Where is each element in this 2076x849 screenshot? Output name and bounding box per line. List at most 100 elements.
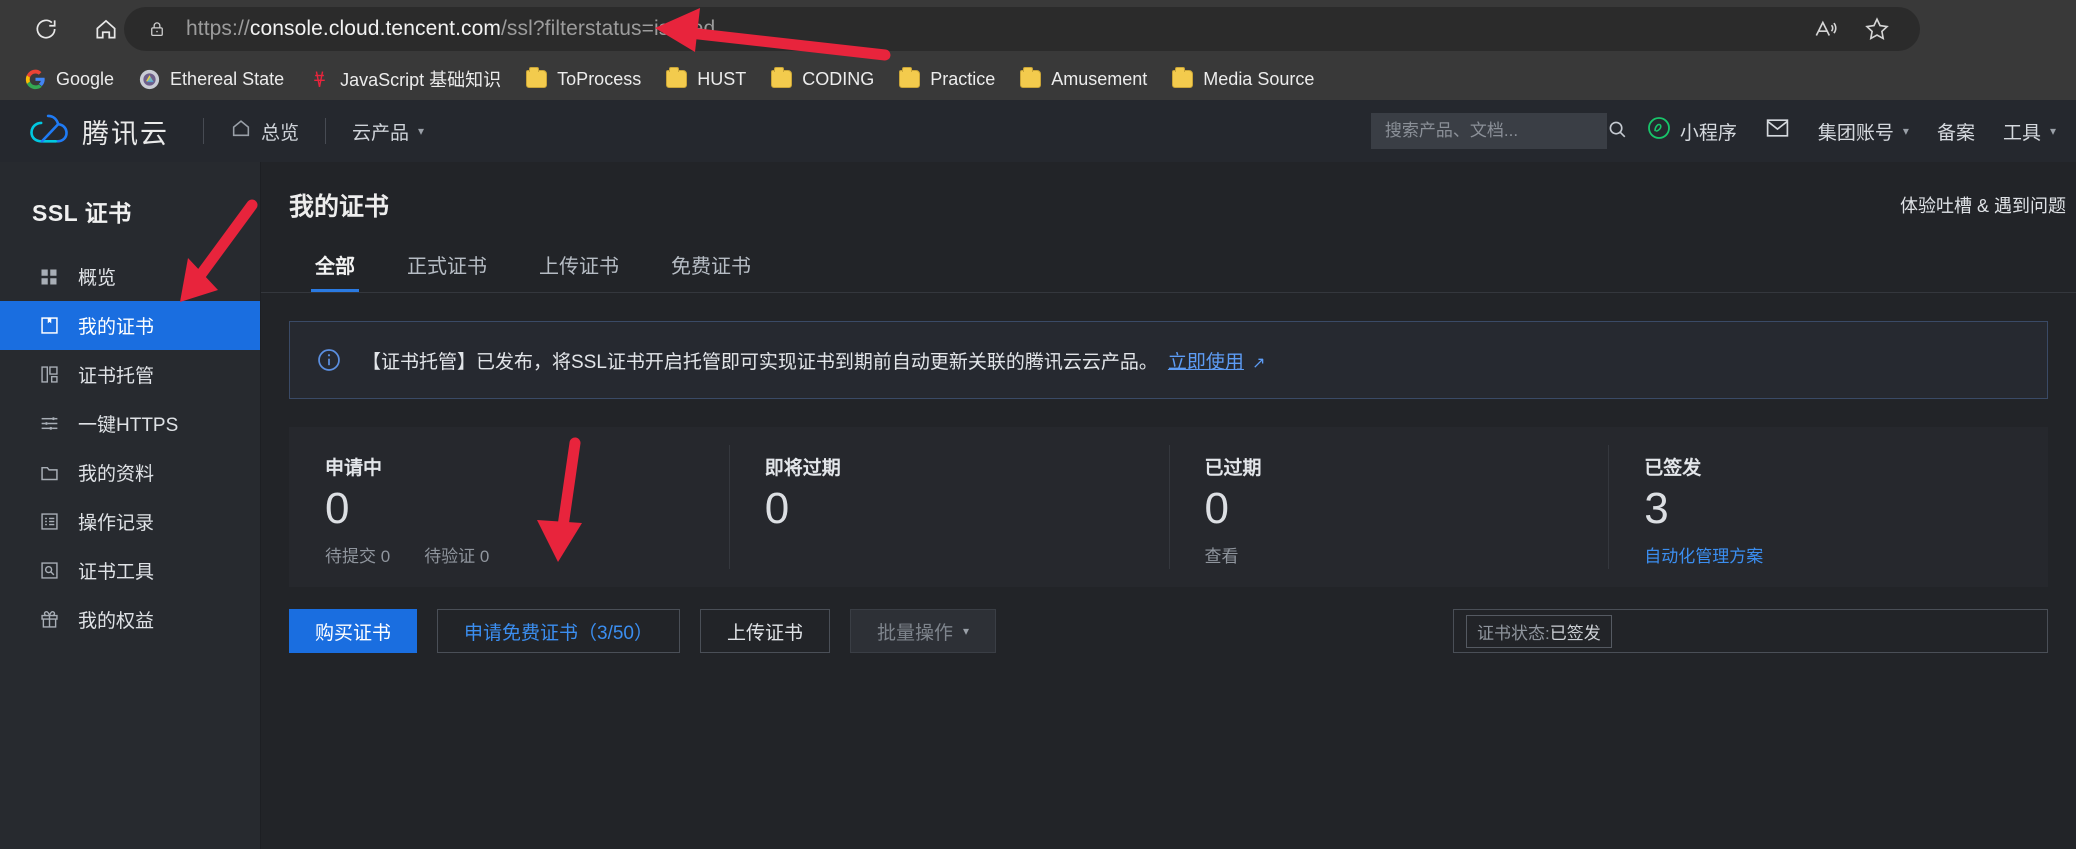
apply-free-certificate-button[interactable]: 申请免费证书（3/50） [437,609,680,653]
brand-name: 腾讯云 [82,118,169,149]
notice-text: 【证书托管】已发布，将SSL证书开启托管即可实现证书到期前自动更新关联的腾讯云云… [362,347,1265,374]
address-bar[interactable]: https://console.cloud.tencent.com/ssl?fi… [124,7,1920,51]
stat-sub-automation-link[interactable]: 自动化管理方案 [1644,542,1763,567]
header-miniprogram-label: 小程序 [1679,122,1737,144]
bookmark-item[interactable]: Amusement [1007,63,1159,95]
tab-uploaded-certificates[interactable]: 上传证书 [513,250,645,292]
nav-cloud-products[interactable]: 云产品 ▾ [348,112,428,151]
header-miniprogram[interactable]: 小程序 [1633,110,1751,152]
external-link-icon: ↗ [1251,354,1266,372]
star-icon[interactable] [1860,12,1894,46]
bookmark-label: Practice [930,68,996,89]
bookmark-item[interactable]: Media Source [1159,63,1326,95]
tab-label: 免费证书 [671,256,751,278]
header-tools[interactable]: 工具 ▾ [1989,112,2070,151]
notice-banner: 【证书托管】已发布，将SSL证书开启托管即可实现证书到期前自动更新关联的腾讯云云… [289,321,2048,399]
mail-icon [1765,117,1790,145]
bookmark-item[interactable]: CODING [758,63,886,95]
header-group-account-label: 集团账号 [1817,122,1894,144]
header-beian[interactable]: 备案 [1923,112,1989,151]
sidebar-item-overview[interactable]: 概览 [0,252,260,301]
read-aloud-icon[interactable] [1808,12,1842,46]
notice-message: 【证书托管】已发布，将SSL证书开启托管即可实现证书到期前自动更新关联的腾讯云云… [362,351,1158,373]
bookmark-item[interactable]: Practice [886,63,1007,95]
stat-label: 申请中 [325,458,383,479]
divider [325,118,327,144]
tab-label: 全部 [315,256,355,278]
tencent-cloud-header: 腾讯云 总览 云产品 ▾ 搜索产品、文档... 小程序 集团账号 ▾ 备案 工具… [0,100,2076,162]
sidebar-item-label: 我的资料 [78,464,155,485]
google-icon [24,68,46,90]
url-scheme: https:// [186,17,250,40]
product-search[interactable] [1370,113,1626,149]
stat-sub-pending-submit[interactable]: 待提交 0 [325,542,390,567]
tab-all[interactable]: 全部 [289,250,381,292]
chevron-down-icon: ▾ [1902,124,1909,138]
search-input[interactable] [1384,121,1606,141]
filter-search-box[interactable]: 证书状态:已签发 [1453,609,2048,653]
bookmark-item[interactable]: Google [12,63,126,95]
header-beian-label: 备案 [1936,122,1975,144]
notice-action-link[interactable]: 立即使用 [1168,352,1244,373]
stat-value: 0 [325,484,350,533]
tab-bar: 全部 正式证书 上传证书 免费证书 [261,240,2076,292]
header-tools-label: 工具 [2002,122,2041,144]
reload-icon[interactable] [24,7,68,51]
stat-card-issued: 已签发 3 自动化管理方案 [1608,427,2048,587]
button-label: 批量操作 [877,622,954,644]
filter-tag-certificate-status[interactable]: 证书状态:已签发 [1466,614,1612,648]
stat-sub-view[interactable]: 查看 [1205,542,1239,567]
bookmark-label: Google [56,68,115,89]
bookmark-item[interactable]: HUST [653,63,758,95]
sidebar-item-operation-log[interactable]: 操作记录 [0,497,260,546]
header-right-group: 小程序 集团账号 ▾ 备案 工具 ▾ [1370,110,2076,152]
upload-certificate-button[interactable]: 上传证书 [700,609,831,653]
bookmark-label: ToProcess [557,68,642,89]
bookmark-label: Amusement [1051,68,1148,89]
certificate-icon [38,315,60,337]
feedback-link[interactable]: 体验吐槽 & 遇到问题 [1900,192,2066,218]
stat-card-applying: 申请中 0 待提交 0 待验证 0 [289,427,729,587]
bookmark-item[interactable]: ToProcess [513,63,653,95]
search-icon[interactable] [1606,118,1628,145]
bookmark-label: Ethereal State [170,68,285,89]
sidebar-item-label: 我的证书 [78,317,155,338]
folder-icon [1171,67,1193,90]
stats-panel: 申请中 0 待提交 0 待验证 0 即将过期 0 已过期 0 查看 已签发 3 … [289,427,2048,587]
sidebar-item-one-click-https[interactable]: 一键HTTPS [0,399,260,448]
folder-icon [770,67,792,90]
header-mail[interactable] [1751,111,1804,151]
tab-bar-underline [261,292,2076,293]
address-bar-url: https://console.cloud.tencent.com/ssl?fi… [186,17,715,41]
ethereal-icon [138,68,160,90]
sidebar-item-label: 操作记录 [78,513,155,534]
tab-free-certificates[interactable]: 免费证书 [645,250,777,292]
hosting-icon [38,364,60,386]
header-group-account[interactable]: 集团账号 ▾ [1804,112,1923,151]
tab-official-certificates[interactable]: 正式证书 [381,250,513,292]
stat-value: 0 [764,484,790,533]
stat-card-expired: 已过期 0 查看 [1168,427,1609,587]
sidebar: SSL 证书 概览 我的证书 证书托管 一键HTTPS 我的资料 操作记录 证书… [0,162,261,849]
bookmark-item[interactable]: Ethereal State [126,63,296,95]
home-icon[interactable] [84,7,128,51]
page-header: 我的证书 体验吐槽 & 遇到问题 [261,162,2076,226]
chevron-down-icon: ▾ [963,624,970,638]
buy-certificate-button[interactable]: 购买证书 [289,609,418,653]
filter-tag-value: 已签发 [1549,623,1601,643]
brand-logo[interactable]: 腾讯云 [28,112,169,151]
batch-operation-button[interactable]: 批量操作 ▾ [850,609,997,653]
sidebar-item-my-certificates[interactable]: 我的证书 [0,301,260,350]
folder-icon [525,67,547,90]
nav-overview[interactable]: 总览 [226,111,303,151]
info-icon [316,347,342,373]
sidebar-item-certificate-hosting[interactable]: 证书托管 [0,350,260,399]
sidebar-item-my-benefits[interactable]: 我的权益 [0,595,260,644]
sidebar-item-certificate-tools[interactable]: 证书工具 [0,546,260,595]
bookmark-label: HUST [697,68,747,89]
list-doc-icon [38,511,60,533]
stat-sub-pending-verify[interactable]: 待验证 0 [424,542,489,567]
address-bar-actions [1808,7,1904,51]
sidebar-item-my-profile[interactable]: 我的资料 [0,448,260,497]
bookmark-item[interactable]: JavaScript 基础知识 [296,61,513,97]
